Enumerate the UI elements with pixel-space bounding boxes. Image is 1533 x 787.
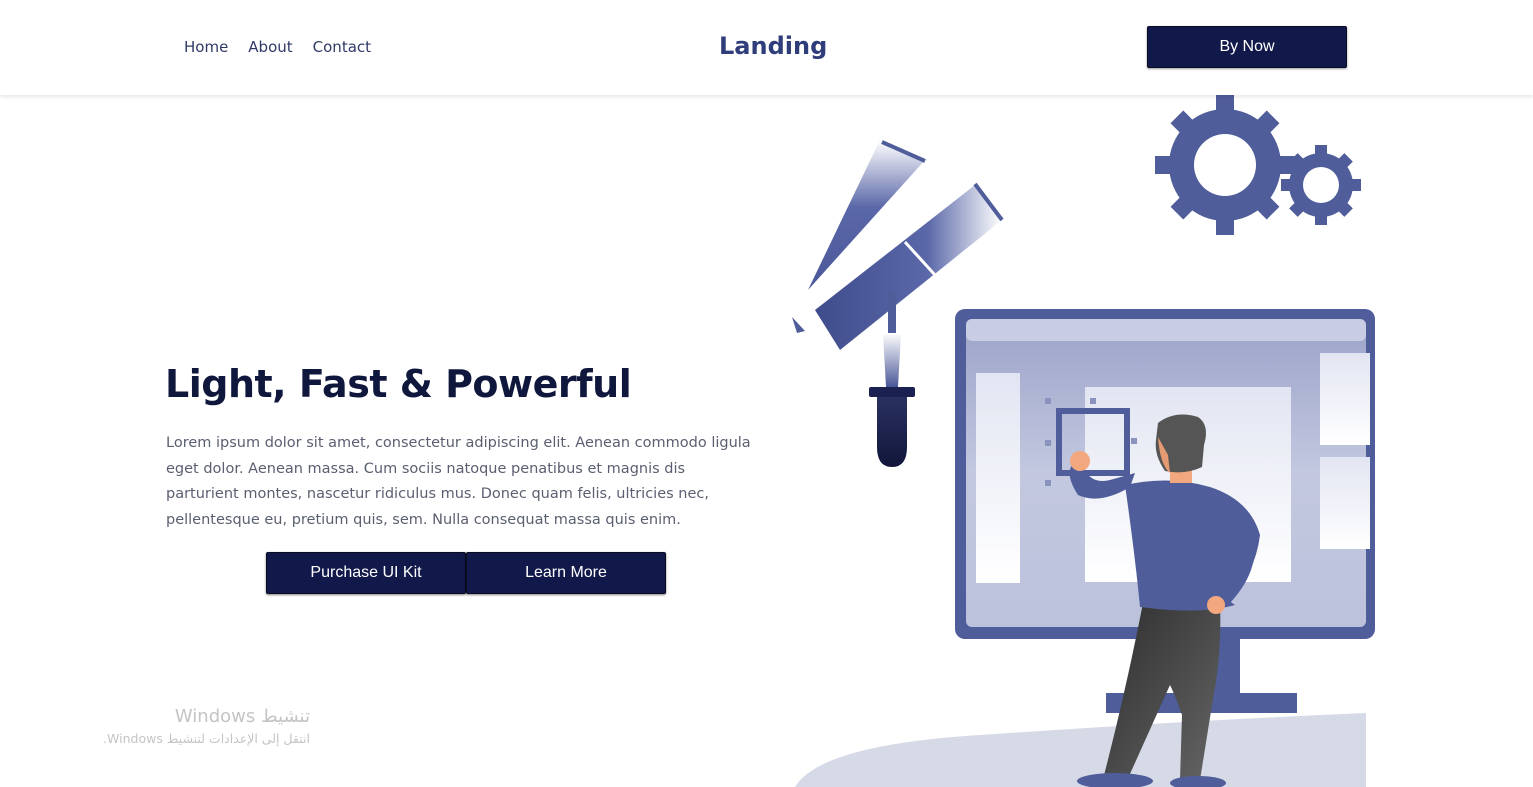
watermark-subtitle: انتقل إلى الإعدادات لتنشيط Windows. — [103, 731, 310, 746]
nav-link-home[interactable]: Home — [184, 38, 228, 56]
top-navbar: Home About Contact Landing By Now — [0, 0, 1533, 95]
hero-illustration — [792, 95, 1375, 787]
main-nav: Home About Contact — [184, 38, 371, 56]
hero-description: Lorem ipsum dolor sit amet, consectetur … — [166, 435, 751, 528]
windows-activation-watermark: تنشيط Windows انتقل إلى الإعدادات لتنشيط… — [60, 705, 310, 749]
ground-shape — [795, 713, 1366, 787]
landing-page: Home About Contact Landing By Now Light,… — [0, 0, 1533, 787]
nav-link-contact[interactable]: Contact — [313, 38, 371, 56]
buy-now-button[interactable]: By Now — [1147, 26, 1347, 68]
gear-icon — [1281, 145, 1361, 225]
brand-logo[interactable]: Landing — [719, 32, 827, 60]
watermark-title: تنشيط Windows — [174, 706, 310, 727]
hero-title: Light, Fast & Powerful — [165, 362, 632, 406]
learn-more-button[interactable]: Learn More — [466, 552, 666, 594]
nav-link-about[interactable]: About — [248, 38, 292, 56]
purchase-ui-kit-button[interactable]: Purchase UI Kit — [266, 552, 466, 594]
